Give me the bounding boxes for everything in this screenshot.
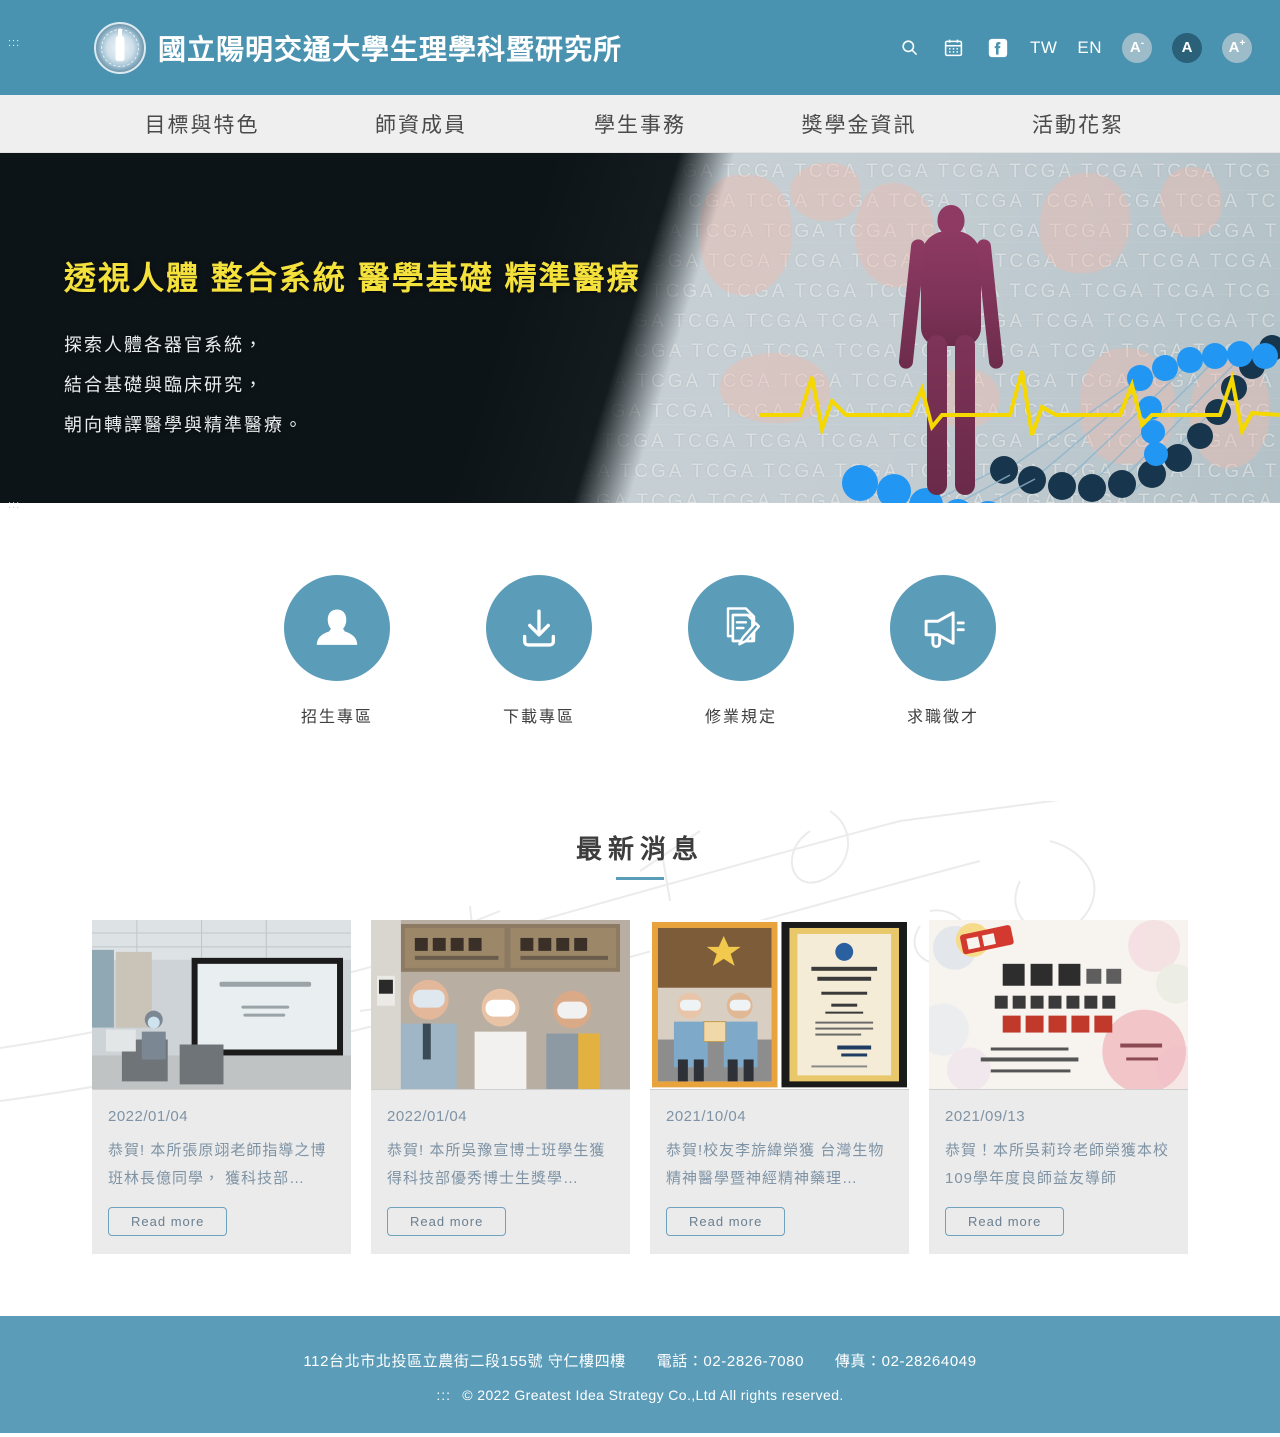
quicklink-regulations[interactable]: 修業規定: [681, 575, 801, 727]
accessibility-anchor-footer[interactable]: :::: [436, 1387, 451, 1403]
news-card[interactable]: 2022/01/04 恭賀! 本所吳豫宣博士班學生獲得科技部優秀博士生獎學… R…: [371, 920, 630, 1254]
news-card-body: 2022/01/04 恭賀! 本所吳豫宣博士班學生獲得科技部優秀博士生獎學…: [371, 1090, 630, 1193]
news-card-footer: Read more: [92, 1193, 351, 1254]
news-thumbnail-award-ceremony: [650, 920, 909, 1090]
search-icon[interactable]: [898, 36, 922, 60]
quicklink-regulations-label: 修業規定: [704, 709, 777, 726]
hero-banner: TCGA TCGA TCGA TCGA TCGA TCGA TCGA TCGA …: [0, 153, 1280, 503]
nav-item-student-affairs[interactable]: 學生事務: [531, 95, 750, 152]
footer-address: 112台北市北投區立農街二段155號 守仁樓四樓: [303, 1353, 626, 1370]
quick-links-section: 招生專區 下載專區 修業規定 求職徵才: [0, 503, 1280, 801]
read-more-button[interactable]: Read more: [108, 1207, 228, 1236]
news-card-date: 2021/10/04: [666, 1108, 747, 1125]
font-size-large-button[interactable]: A +: [1222, 32, 1252, 63]
header-tools: TW EN A- A A +: [898, 32, 1252, 63]
quicklink-careers-label: 求職徵才: [906, 709, 979, 726]
footer-copyright: © 2022 Greatest Idea Strategy Co.,Ltd Al…: [462, 1387, 844, 1403]
brand[interactable]: 國立陽明交通大學生理學科暨研究所: [94, 21, 623, 74]
quicklink-admissions[interactable]: 招生專區: [277, 575, 397, 727]
news-section: 最新消息 2022/01/04 恭賀! 本所張原翊老師指導之博班林長億同學， 獲…: [0, 801, 1280, 1316]
hero-text-block: 透視人體 整合系統 醫學基礎 精準醫療 探索人體各器官系統， 結合基礎與臨床研究…: [64, 253, 641, 445]
megaphone-icon: [890, 575, 996, 681]
hero-title: 透視人體 整合系統 醫學基礎 精準醫療: [64, 260, 641, 296]
news-card-title: 恭賀!校友李旂緯榮獲 台灣生物精神醫學暨神經精神藥理…: [666, 1142, 885, 1187]
download-icon: [486, 575, 592, 681]
lang-en-link[interactable]: EN: [1077, 38, 1102, 58]
site-header: ::: 國立陽明交通大學生理學科暨研究所 TW EN A - A A +: [0, 0, 1280, 95]
font-size-small-button[interactable]: A-: [1122, 32, 1152, 63]
news-card-date: 2021/09/13: [945, 1108, 1026, 1125]
nav-item-faculty[interactable]: 師資成員: [312, 95, 531, 152]
news-card-date: 2022/01/04: [108, 1108, 189, 1125]
news-card-title: 恭賀！本所吳莉玲老師榮獲本校109學年度良師益友導師: [945, 1142, 1170, 1187]
hero-line-1: 探索人體各器官系統，: [64, 335, 264, 355]
read-more-button[interactable]: Read more: [945, 1207, 1065, 1236]
footer-copyright-row: ::: © 2022 Greatest Idea Strategy Co.,Lt…: [0, 1387, 1280, 1403]
news-thumbnail-lecture-room: [92, 920, 351, 1090]
news-card-body: 2022/01/04 恭賀! 本所張原翊老師指導之博班林長億同學， 獲科技部…: [92, 1090, 351, 1193]
font-size-small-label: A: [1129, 39, 1141, 56]
hero-line-2: 結合基礎與臨床研究，: [64, 375, 264, 395]
font-size-normal-label: A: [1181, 39, 1193, 56]
university-emblem-icon: [94, 21, 146, 74]
news-thumbnail-department-sign: [371, 920, 630, 1090]
main-navigation: 目標與特色 師資成員 學生事務 獎學金資訊 活動花絮: [0, 95, 1280, 153]
font-size-normal-button[interactable]: A: [1172, 32, 1202, 63]
font-size-large-sup: +: [1239, 38, 1246, 49]
accessibility-anchor-hero[interactable]: :::: [8, 500, 20, 511]
read-more-button[interactable]: Read more: [666, 1207, 786, 1236]
nav-item-activities[interactable]: 活動花絮: [969, 95, 1188, 152]
footer-phone: 電話：02-2826-7080: [656, 1353, 805, 1370]
quicklink-admissions-label: 招生專區: [300, 709, 373, 726]
news-card-body: 2021/10/04 恭賀!校友李旂緯榮獲 台灣生物精神醫學暨神經精神藥理…: [650, 1090, 909, 1193]
font-size-small-sup: -: [1140, 38, 1145, 49]
lang-tw-link[interactable]: TW: [1030, 38, 1057, 58]
news-card[interactable]: 2021/10/04 恭賀!校友李旂緯榮獲 台灣生物精神醫學暨神經精神藥理… R…: [650, 920, 909, 1254]
news-card-footer: Read more: [929, 1193, 1188, 1254]
accessibility-anchor-top[interactable]: :::: [8, 38, 20, 49]
hero-line-3: 朝向轉譯醫學與精準醫療。: [64, 415, 304, 435]
font-size-large-label: A: [1228, 39, 1240, 56]
news-thumbnail-congratulation-poster: [929, 920, 1188, 1090]
nav-item-scholarship[interactable]: 獎學金資訊: [750, 95, 969, 152]
news-card[interactable]: 2022/01/04 恭賀! 本所張原翊老師指導之博班林長億同學， 獲科技部… …: [92, 920, 351, 1254]
news-grid: 2022/01/04 恭賀! 本所張原翊老師指導之博班林長億同學， 獲科技部… …: [0, 920, 1280, 1254]
read-more-button[interactable]: Read more: [387, 1207, 507, 1236]
document-pen-icon: [688, 575, 794, 681]
site-title: 國立陽明交通大學生理學科暨研究所: [158, 33, 623, 65]
quicklink-downloads-label: 下載專區: [502, 709, 575, 726]
calendar-icon[interactable]: [942, 36, 966, 60]
news-card-body: 2021/09/13 恭賀！本所吳莉玲老師榮獲本校109學年度良師益友導師: [929, 1090, 1188, 1193]
news-card-date: 2022/01/04: [387, 1108, 468, 1125]
footer-contact: 112台北市北投區立農街二段155號 守仁樓四樓 電話：02-2826-7080…: [0, 1350, 1280, 1371]
news-heading: 最新消息: [0, 829, 1280, 880]
site-footer: 112台北市北投區立農街二段155號 守仁樓四樓 電話：02-2826-7080…: [0, 1316, 1280, 1433]
nav-item-goals[interactable]: 目標與特色: [93, 95, 312, 152]
facebook-icon[interactable]: [986, 36, 1010, 60]
quicklink-downloads[interactable]: 下載專區: [479, 575, 599, 727]
quicklink-careers[interactable]: 求職徵才: [883, 575, 1003, 727]
news-card[interactable]: 2021/09/13 恭賀！本所吳莉玲老師榮獲本校109學年度良師益友導師 Re…: [929, 920, 1188, 1254]
news-card-footer: Read more: [371, 1193, 630, 1254]
footer-fax: 傳真：02-28264049: [834, 1353, 977, 1370]
news-card-footer: Read more: [650, 1193, 909, 1254]
news-card-title: 恭賀! 本所吳豫宣博士班學生獲得科技部優秀博士生獎學…: [387, 1142, 606, 1187]
person-icon: [284, 575, 390, 681]
news-card-title: 恭賀! 本所張原翊老師指導之博班林長億同學， 獲科技部…: [108, 1142, 327, 1187]
